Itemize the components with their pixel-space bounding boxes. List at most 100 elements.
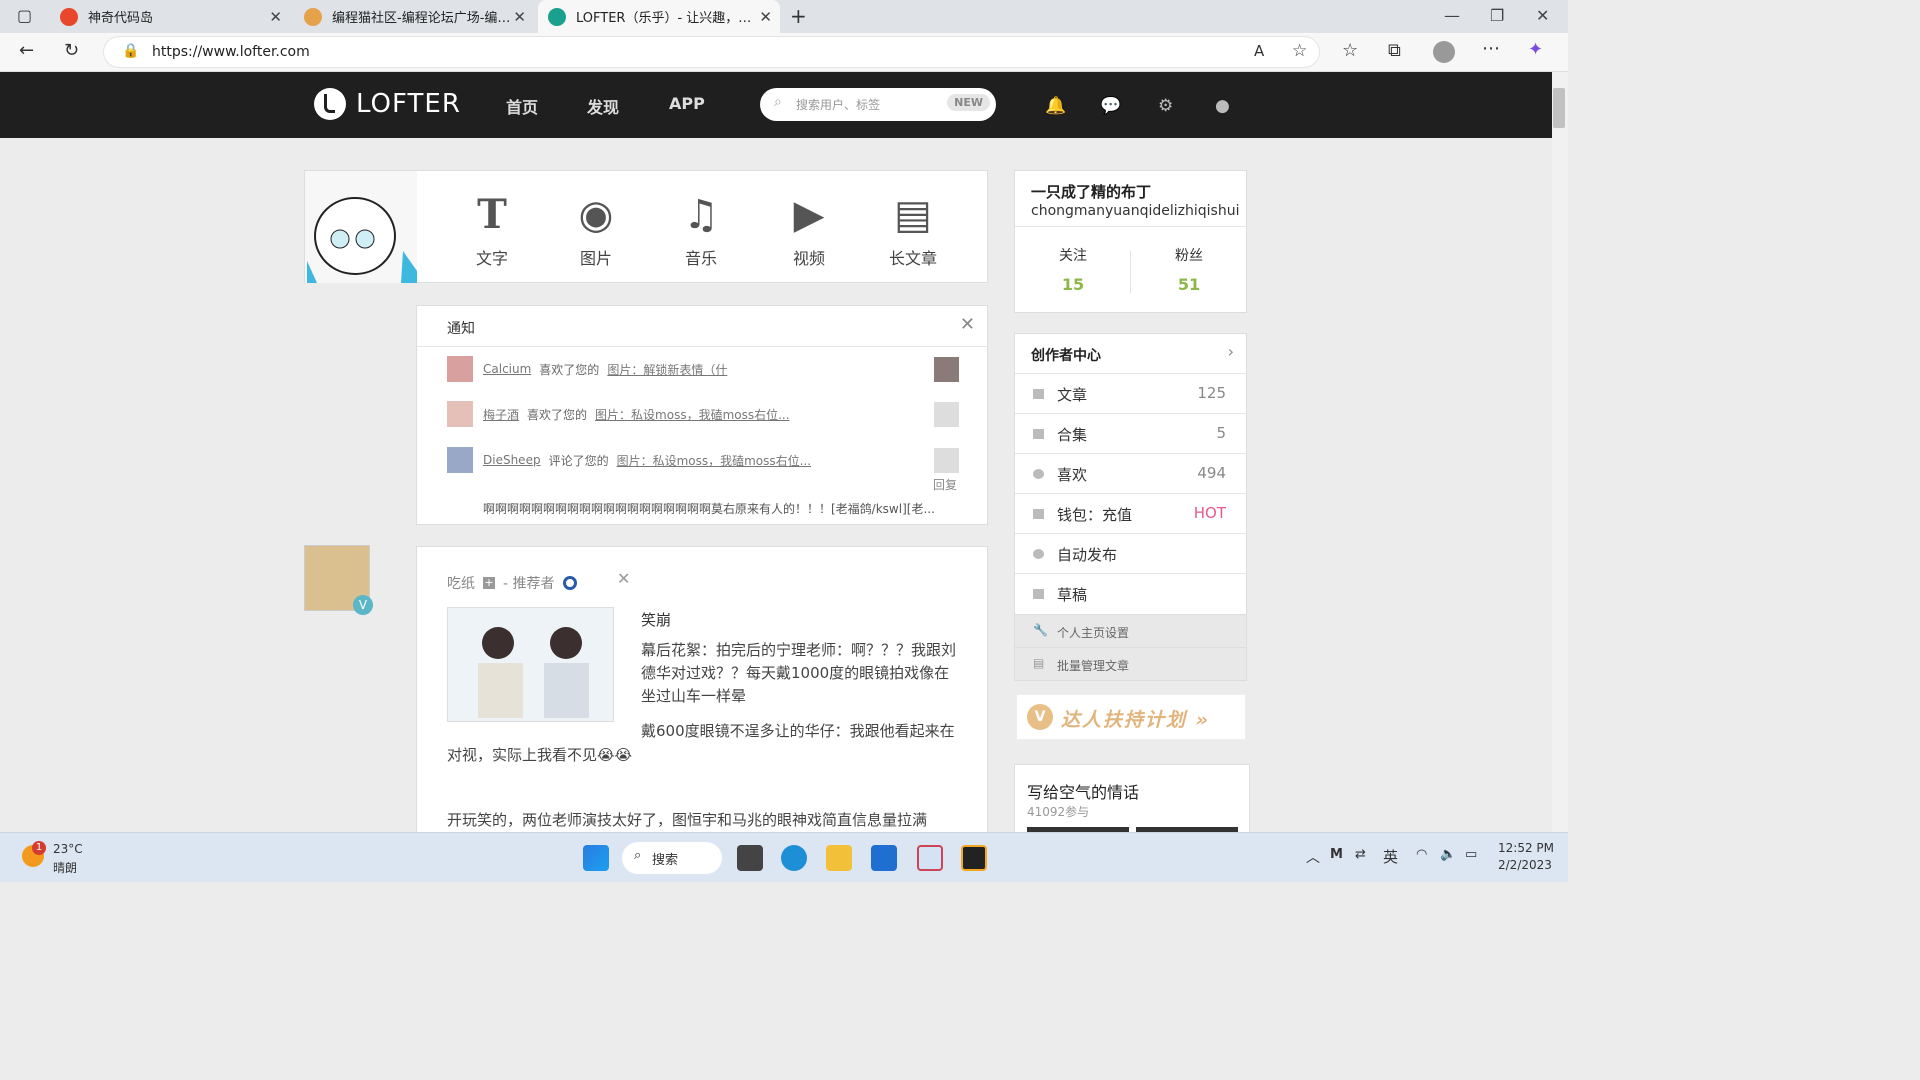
notice-target[interactable]: 图片：私设moss，我磕moss右位... [617,452,812,469]
lofter-logo[interactable]: LOFTER [314,88,461,120]
snipping-tool-icon[interactable] [917,845,943,871]
publish-text[interactable]: T 文字 [452,191,532,269]
copilot-icon[interactable]: ✦ [1528,39,1543,60]
url-field[interactable]: 🔒 https://www.lofter.com A ☆ [103,36,1320,68]
fans-stat[interactable]: 粉丝 51 [1151,245,1227,294]
row-articles[interactable]: 文章 125 [1015,373,1246,413]
follow-add-icon[interactable]: + [483,577,495,589]
favorite-add-icon[interactable]: ☆ [1292,41,1307,61]
notice-user[interactable]: 梅子酒 [483,406,519,423]
row-likes[interactable]: 喜欢 494 [1015,453,1246,493]
close-tab-icon[interactable]: ✕ [513,8,526,26]
wifi-icon[interactable]: ◠ [1416,847,1427,862]
tab-2[interactable]: 编程猫社区-编程论坛广场-编程学 ✕ [294,0,534,33]
restore-icon[interactable]: ❐ [1490,6,1504,25]
row-autopublish[interactable]: 自动发布 [1015,533,1246,573]
ime-indicator[interactable]: 英 [1383,846,1398,867]
publish-music[interactable]: ♫ 音乐 [661,191,741,269]
scrollbar-thumb[interactable] [1553,88,1565,128]
recommender-label: - 推荐者 [503,576,555,592]
notification-badge: 1 [32,841,46,855]
heart-icon [1033,469,1044,479]
talent-banner[interactable]: V 达人扶持计划 » [1016,694,1246,740]
avatar[interactable] [447,401,473,427]
mail-icon[interactable] [871,845,897,871]
close-tab-icon[interactable]: ✕ [759,8,772,26]
tray-icon[interactable]: M [1330,847,1343,862]
topic-card[interactable]: 写给空气的情话 41092参与 [1014,764,1250,832]
new-tab-icon[interactable]: + [790,4,807,28]
post-thumbnail[interactable] [934,401,959,427]
creator-title[interactable]: 创作者中心 [1031,345,1101,365]
chevron-up-icon[interactable]: ︿ [1306,847,1320,867]
message-icon[interactable]: 💬 [1100,96,1121,116]
favicon-icon [60,7,78,26]
notice-user[interactable]: DieSheep [483,453,541,467]
collections-icon[interactable]: ⧉ [1388,40,1401,61]
post-thumbnail[interactable] [934,356,959,382]
tab-3[interactable]: LOFTER（乐乎）- 让兴趣，更有 ✕ [538,0,780,33]
start-icon[interactable] [583,845,609,871]
reply-link[interactable]: 回复 [933,476,957,493]
post-title: 笑崩 [641,611,672,629]
nav-discover[interactable]: 发现 [587,94,619,118]
weather-temp: 23°C [53,842,83,856]
file-explorer-icon[interactable] [826,845,852,871]
close-window-icon[interactable]: ✕ [1536,6,1549,25]
lock-icon: 🔒 [122,43,140,59]
chevron-right-icon[interactable]: › [1228,342,1234,361]
nav-app[interactable]: APP [669,94,705,113]
link-homepage-settings[interactable]: 🔧 个人主页设置 [1015,614,1246,647]
search-input[interactable]: ⌕ 搜索用户、标签 NEW [760,88,996,121]
more-icon[interactable]: ⋯ [1482,38,1500,59]
read-aloud-icon[interactable]: A [1254,42,1264,60]
row-collections[interactable]: 合集 5 [1015,413,1246,453]
profile-name[interactable]: 一只成了精的布丁 [1031,181,1151,202]
notice-target[interactable]: 图片：私设moss，我磕moss右位... [595,406,790,423]
taskbar-search[interactable]: ⌕ 搜索 [622,842,722,874]
creator-center: 创作者中心 › 文章 125 合集 5 喜欢 494 钱包：充值 HOT 自动发布 草稿… [1014,333,1247,681]
post-author[interactable]: 吃纸 [447,573,475,593]
task-view-icon[interactable] [737,845,763,871]
favicon-icon [548,7,566,26]
back-icon[interactable]: ← [19,40,34,61]
clock-time[interactable]: 12:52 PM [1498,841,1554,855]
gear-icon[interactable]: ⚙ [1158,96,1176,116]
notice-target[interactable]: 图片：解锁新表情（什 [607,361,727,378]
tab-1[interactable]: 神奇代码岛 ✕ [50,0,290,33]
notice-item: 梅子酒 喜欢了您的 图片：私设moss，我磕moss右位... [447,401,959,427]
publish-photo[interactable]: ◉ 图片 [556,191,636,269]
app-g-icon[interactable] [961,845,987,871]
row-drafts[interactable]: 草稿 [1015,573,1246,613]
draft-icon [1033,589,1044,599]
close-tab-icon[interactable]: ✕ [269,8,282,26]
favorites-icon[interactable]: ☆ [1342,40,1358,61]
minimize-icon[interactable]: — [1444,6,1460,25]
volume-icon[interactable]: 🔈 [1440,847,1456,862]
scrollbar[interactable] [1552,72,1568,832]
post-image[interactable] [447,607,614,722]
follow-stat[interactable]: 关注 15 [1035,245,1111,294]
close-icon[interactable]: ✕ [960,314,975,335]
avatar[interactable] [305,171,417,283]
notice-user[interactable]: Calcium [483,362,531,376]
row-wallet[interactable]: 钱包：充值 HOT [1015,493,1246,533]
tray-icon[interactable]: ⇄ [1355,847,1366,862]
notification-panel: 通知 ✕ Calcium 喜欢了您的 图片：解锁新表情（什 梅子酒 喜欢了您的 … [416,305,988,525]
edge-icon[interactable] [781,845,807,871]
close-icon[interactable]: ✕ [617,569,630,588]
clock-date[interactable]: 2/2/2023 [1498,858,1552,872]
publish-article[interactable]: ▤ 长文章 [873,191,953,269]
bell-icon[interactable]: 🔔 [1045,96,1066,116]
profile-avatar-icon[interactable] [1433,41,1455,63]
publish-video[interactable]: ▶ 视频 [769,191,849,269]
more-icon[interactable]: ● [1215,96,1233,116]
tab-actions-icon[interactable]: ▢ [17,6,32,25]
refresh-icon[interactable]: ↻ [64,40,79,61]
avatar[interactable] [447,356,473,382]
link-batch-manage[interactable]: ▤ 批量管理文章 [1015,647,1246,680]
post-thumbnail[interactable] [934,447,959,473]
battery-icon[interactable]: ▭ [1465,847,1477,862]
nav-home[interactable]: 首页 [506,94,538,118]
avatar[interactable] [447,447,473,473]
